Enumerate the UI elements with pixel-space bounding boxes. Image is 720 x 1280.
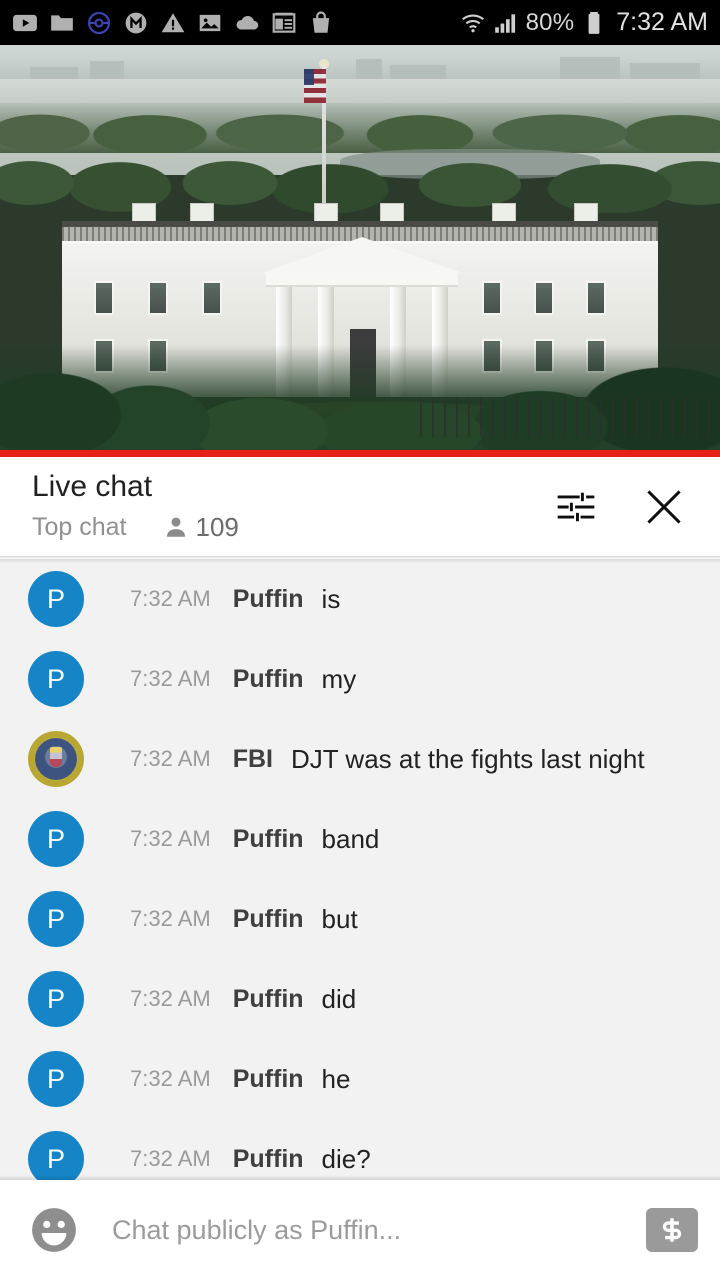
viewer-count-label: 109	[195, 511, 239, 542]
chat-message-row[interactable]: P 7:32 AM Puffin he	[0, 1039, 720, 1119]
battery-percent-label: 80%	[525, 8, 575, 36]
status-bar: 80% 7:32 AM	[0, 0, 720, 45]
message-timestamp: 7:32 AM	[130, 666, 211, 691]
message-author[interactable]: Puffin	[233, 1145, 304, 1174]
tune-sliders-icon	[557, 492, 595, 521]
chat-header-subrow: Top chat 109	[32, 512, 546, 543]
message-text: DJT was at the fights last night	[291, 743, 645, 774]
status-bar-system-icons: 80% 7:32 AM	[460, 8, 708, 37]
calendar-icon	[272, 12, 296, 33]
window	[586, 281, 606, 315]
author-avatar[interactable]: P	[28, 651, 84, 707]
author-avatar[interactable]: P	[28, 811, 84, 867]
message-author[interactable]: Puffin	[233, 1065, 304, 1094]
dollar-sign-icon	[662, 1218, 682, 1242]
viewer-count-group: 109	[163, 512, 239, 543]
video-player[interactable]	[0, 45, 720, 450]
message-timestamp: 7:32 AM	[130, 1146, 211, 1171]
fence	[420, 397, 720, 437]
message-author[interactable]: FBI	[233, 745, 273, 774]
message-author[interactable]: Puffin	[233, 585, 304, 614]
video-progress-bar[interactable]	[0, 450, 720, 457]
message-text: he	[321, 1063, 351, 1094]
message-timestamp: 7:32 AM	[130, 826, 211, 851]
chat-message-row[interactable]: P 7:32 AM Puffin band	[0, 799, 720, 879]
window	[482, 281, 502, 315]
message-timestamp: 7:32 AM	[130, 586, 211, 611]
message-text: my	[321, 663, 357, 694]
close-x-icon	[647, 489, 681, 524]
message-author[interactable]: Puffin	[233, 665, 304, 694]
author-avatar[interactable]: P	[28, 571, 84, 627]
author-avatar-seal[interactable]	[28, 731, 84, 787]
person-icon	[166, 517, 185, 537]
message-text: did	[321, 983, 357, 1014]
window	[202, 281, 222, 315]
chat-message-row[interactable]: P 7:32 AM Puffin but	[0, 879, 720, 959]
message-text: but	[321, 903, 358, 934]
message-author[interactable]: Puffin	[233, 905, 304, 934]
shopping-bag-icon	[312, 10, 330, 33]
m-circle-icon	[125, 12, 147, 33]
close-chat-button[interactable]	[634, 477, 694, 537]
app-root: 80% 7:32 AM Live chat Top chat 109 P 7:3…	[0, 0, 720, 1280]
battery-icon	[588, 11, 600, 34]
folder-icon	[51, 14, 73, 31]
chat-mode-label[interactable]: Top chat	[32, 513, 127, 542]
window	[534, 281, 554, 315]
chat-message-row[interactable]: P 7:32 AM Puffin die?	[0, 1119, 720, 1180]
super-chat-button[interactable]	[646, 1208, 698, 1252]
chat-settings-button[interactable]	[546, 477, 606, 537]
cloud-icon	[236, 15, 259, 30]
chat-message-row[interactable]: P 7:32 AM Puffin is	[0, 559, 720, 639]
chat-header-titles: Live chat Top chat 109	[32, 470, 546, 543]
message-author[interactable]: Puffin	[233, 985, 304, 1014]
live-chat-header: Live chat Top chat 109	[0, 457, 720, 556]
chat-message-row[interactable]: 7:32 AM FBI DJT was at the fights last nig…	[0, 719, 720, 799]
message-timestamp: 7:32 AM	[130, 986, 211, 1011]
message-text: band	[321, 823, 380, 854]
message-author[interactable]: Puffin	[233, 825, 304, 854]
chat-message-row[interactable]: P 7:32 AM Puffin my	[0, 639, 720, 719]
message-timestamp: 7:32 AM	[130, 906, 211, 931]
live-chat-title: Live chat	[32, 470, 153, 504]
entablature	[266, 271, 458, 287]
author-avatar[interactable]: P	[28, 1131, 84, 1180]
list-top-shadow	[0, 559, 720, 563]
author-avatar[interactable]: P	[28, 971, 84, 1027]
message-text: die?	[321, 1143, 371, 1174]
pokeball-icon	[87, 11, 111, 34]
flag-canton	[304, 69, 314, 85]
clock-label: 7:32 AM	[616, 8, 708, 36]
emoji-smiley-icon	[32, 1208, 76, 1252]
chat-message-input[interactable]	[112, 1214, 628, 1246]
midground-strip	[0, 79, 720, 105]
message-timestamp: 7:32 AM	[130, 1066, 211, 1091]
emoji-picker-button[interactable]	[26, 1202, 82, 1258]
youtube-icon	[13, 14, 37, 31]
status-bar-notification-icons	[12, 10, 460, 36]
chat-message-list[interactable]: P 7:32 AM Puffin is P 7:32 AM Puffin my 7:32 AM F…	[0, 559, 720, 1180]
author-avatar[interactable]: P	[28, 1051, 84, 1107]
wifi-icon	[461, 14, 484, 32]
window	[94, 281, 114, 315]
pediment	[262, 237, 462, 273]
signal-bars-icon	[494, 13, 515, 33]
warning-triangle-icon	[161, 12, 185, 32]
chat-message-row[interactable]: P 7:32 AM Puffin did	[0, 959, 720, 1039]
chat-input-bar	[0, 1180, 720, 1280]
window	[148, 281, 168, 315]
message-timestamp: 7:32 AM	[130, 746, 211, 771]
author-avatar[interactable]: P	[28, 891, 84, 947]
image-icon	[199, 14, 221, 31]
message-text: is	[321, 583, 341, 614]
